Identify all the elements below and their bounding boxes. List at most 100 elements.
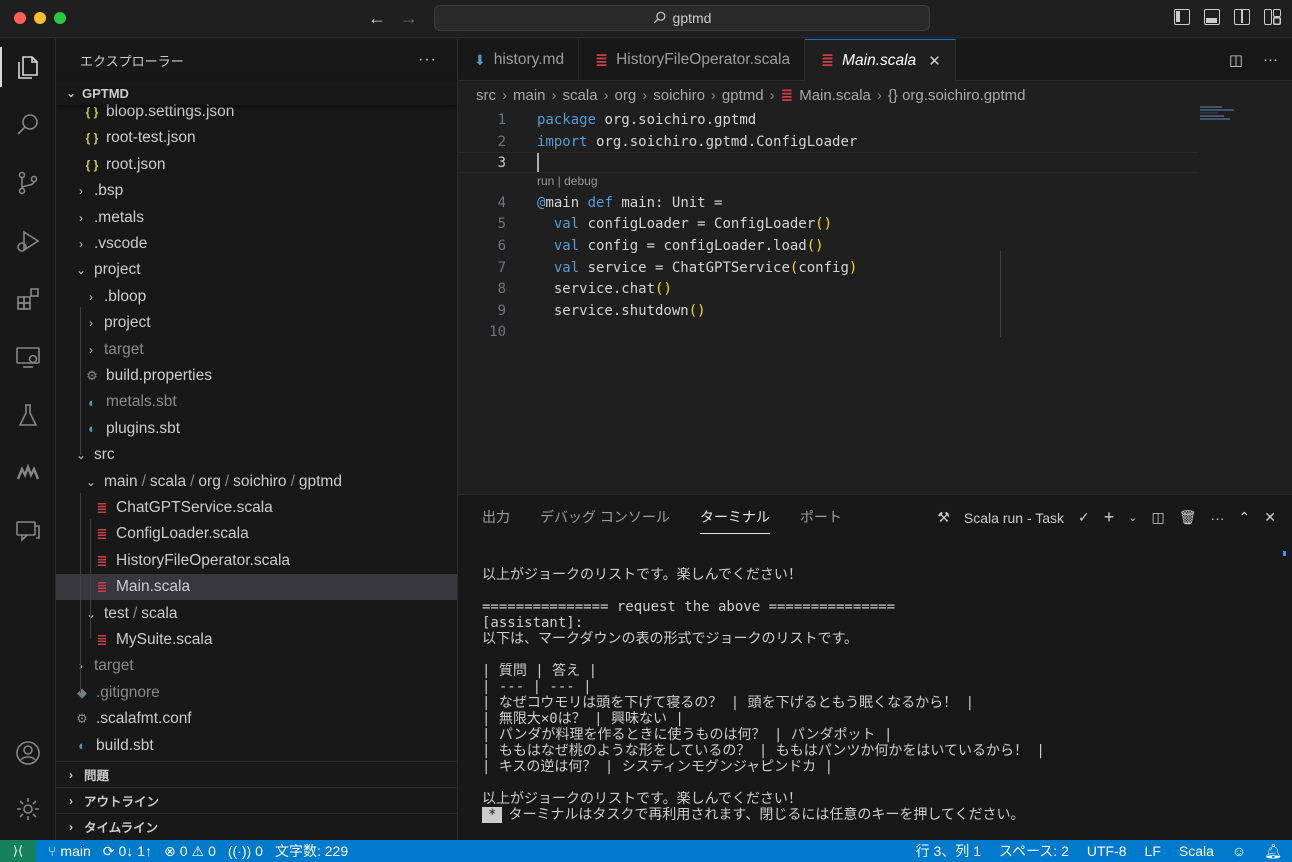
tree-item[interactable]: ≣ Main.scala (56, 574, 457, 601)
toggle-secondary-sidebar-icon[interactable] (1234, 9, 1250, 25)
tree-item[interactable]: ⚙ .scalafmt.conf (56, 706, 457, 732)
ports-status[interactable]: ((·)) 0 (228, 843, 263, 859)
problems-status[interactable]: ⊗ 0 ⚠ 0 (164, 843, 216, 860)
notifications-bell-icon[interactable]: 🔔︎ (1264, 843, 1282, 860)
tree-item-label: HistoryFileOperator.scala (116, 551, 291, 569)
workspace-folder-header[interactable]: ⌄ GPTMD (56, 81, 457, 105)
customize-layout-icon[interactable] (1264, 9, 1281, 25)
breadcrumb-item[interactable]: {} org.soichiro.gptmd (888, 87, 1026, 104)
toggle-panel-icon[interactable] (1204, 9, 1220, 25)
tree-item-label: root.json (106, 155, 166, 173)
source-control-icon[interactable] (0, 159, 56, 207)
tree-item[interactable]: › .metals (56, 205, 457, 231)
tree-item[interactable]: ◆ .gitignore (56, 680, 457, 706)
tree-item[interactable]: ≣ ChatGPTService.scala (56, 495, 457, 521)
trash-icon[interactable]: 🗑 (1179, 509, 1197, 526)
explorer-icon[interactable] (0, 43, 56, 91)
sidebar-section[interactable]: › 問題 (56, 761, 457, 787)
tree-item[interactable]: ≣ ConfigLoader.scala (56, 521, 457, 547)
panel-tab[interactable]: 出力 (482, 507, 510, 527)
maximize-panel-icon[interactable]: ⌃ (1239, 509, 1251, 526)
split-terminal-icon[interactable]: ◫ (1152, 509, 1165, 526)
chevron-right-icon: › (769, 86, 775, 104)
back-icon[interactable]: ← (368, 8, 386, 29)
manage-gear-icon[interactable] (0, 785, 56, 833)
tree-item[interactable]: ≣ HistoryFileOperator.scala (56, 548, 457, 574)
git-file-icon: ◆ (77, 684, 87, 700)
tree-item[interactable]: ⌄ src (56, 442, 457, 468)
extensions-icon[interactable] (0, 275, 56, 323)
chat-icon[interactable] (0, 507, 56, 555)
terminal-task-label[interactable]: Scala run - Task (964, 510, 1064, 526)
tree-item[interactable]: › project (56, 310, 457, 336)
minimize-window-button[interactable] (34, 12, 46, 24)
tree-item[interactable]: › .bloop (56, 284, 457, 310)
sidebar-section[interactable]: › アウトライン (56, 787, 457, 813)
tree-item[interactable]: { } root.json (56, 152, 457, 178)
tree-item[interactable]: { } root-test.json (56, 125, 457, 151)
char-count-status[interactable]: 文字数: 229 (275, 841, 348, 861)
codelens-run-debug[interactable]: run | debug (537, 174, 598, 188)
panel-tab[interactable]: ポート (800, 507, 842, 527)
zoom-window-button[interactable] (54, 12, 66, 24)
breadcrumb-item[interactable]: org (615, 87, 637, 104)
tree-item[interactable]: ⌄ test / scala (56, 601, 457, 627)
breadcrumb-item[interactable]: gptmd (722, 87, 764, 104)
tree-item[interactable]: ⌄ main / scala / org / soichiro / gptmd (56, 469, 457, 495)
tree-item[interactable]: ≣ MySuite.scala (56, 627, 457, 653)
breadcrumb-item[interactable]: Main.scala (799, 87, 871, 104)
toggle-primary-sidebar-icon[interactable] (1174, 9, 1190, 25)
run-and-debug-icon[interactable] (0, 217, 56, 265)
tree-item[interactable]: › target (56, 337, 457, 363)
eol-status[interactable]: LF (1145, 843, 1161, 859)
sidebar-section[interactable]: › タイムライン (56, 813, 457, 839)
sync-status[interactable]: ⟳ 0↓ 1↑ (103, 843, 152, 860)
search-icon[interactable] (0, 101, 56, 149)
tree-item[interactable]: ⚙ build.properties (56, 363, 457, 389)
editor-tab[interactable]: ≣ Main.scala ✕ (805, 39, 956, 81)
more-actions-icon[interactable]: ··· (1211, 510, 1225, 526)
editor-tab[interactable]: ⬇ history.md (458, 39, 580, 81)
language-mode-status[interactable]: Scala (1179, 843, 1214, 859)
breadcrumb-item[interactable]: main (513, 87, 546, 104)
testing-icon[interactable] (0, 391, 56, 439)
editor-tab[interactable]: ≣ HistoryFileOperator.scala (579, 39, 806, 81)
metals-icon[interactable] (0, 449, 56, 497)
breadcrumb-item[interactable]: src (476, 87, 496, 104)
breadcrumb-item[interactable]: soichiro (653, 87, 705, 104)
accounts-icon[interactable] (0, 729, 56, 777)
encoding-status[interactable]: UTF-8 (1087, 843, 1127, 859)
split-editor-icon[interactable]: ◫ (1229, 51, 1243, 69)
new-terminal-icon[interactable]: + (1104, 507, 1115, 528)
tree-item[interactable]: › target (56, 653, 457, 679)
chevron-down-icon[interactable]: ⌄ (1128, 511, 1137, 524)
indentation-status[interactable]: スペース: 2 (999, 841, 1069, 861)
close-panel-icon[interactable]: ✕ (1264, 509, 1276, 526)
panel-tab[interactable]: デバッグ コンソール (540, 507, 670, 527)
minimap[interactable] (1200, 106, 1240, 124)
close-window-button[interactable] (14, 12, 26, 24)
forward-icon[interactable]: → (400, 8, 418, 29)
tree-item[interactable]: › .vscode (56, 231, 457, 257)
breadcrumb-item[interactable]: scala (563, 87, 598, 104)
chevron-right-icon: › (502, 86, 507, 104)
remote-explorer-icon[interactable] (0, 333, 56, 381)
more-actions-icon[interactable]: ··· (1263, 51, 1278, 69)
copilot-icon[interactable]: ☺ (1232, 843, 1246, 859)
branch-status[interactable]: ⑂ main (48, 843, 91, 859)
text-cursor (537, 153, 539, 172)
remote-indicator-icon[interactable]: ⟩⟨ (0, 840, 36, 862)
tree-item[interactable]: ⌄ project (56, 257, 457, 283)
terminal-output[interactable]: 以上がジョークのリストです。楽しんでください！ =============== r… (482, 567, 1272, 823)
more-actions-icon[interactable]: ··· (418, 51, 437, 69)
command-center-search[interactable]: gptmd (434, 5, 930, 31)
tree-item[interactable]: ◐ build.sbt (56, 733, 457, 759)
sidebar-section-label: 問題 (84, 769, 110, 783)
tree-item[interactable]: ◐ plugins.sbt (56, 416, 457, 442)
close-icon[interactable]: ✕ (928, 52, 941, 70)
tree-item[interactable]: › .bsp (56, 178, 457, 204)
code-line: 7 val service = ChatGPTService(config) (497, 259, 858, 276)
tree-item[interactable]: ◐ metals.sbt (56, 389, 457, 415)
panel-tab[interactable]: ターミナル (699, 507, 770, 534)
cursor-position-status[interactable]: 行 3、列 1 (916, 841, 981, 861)
